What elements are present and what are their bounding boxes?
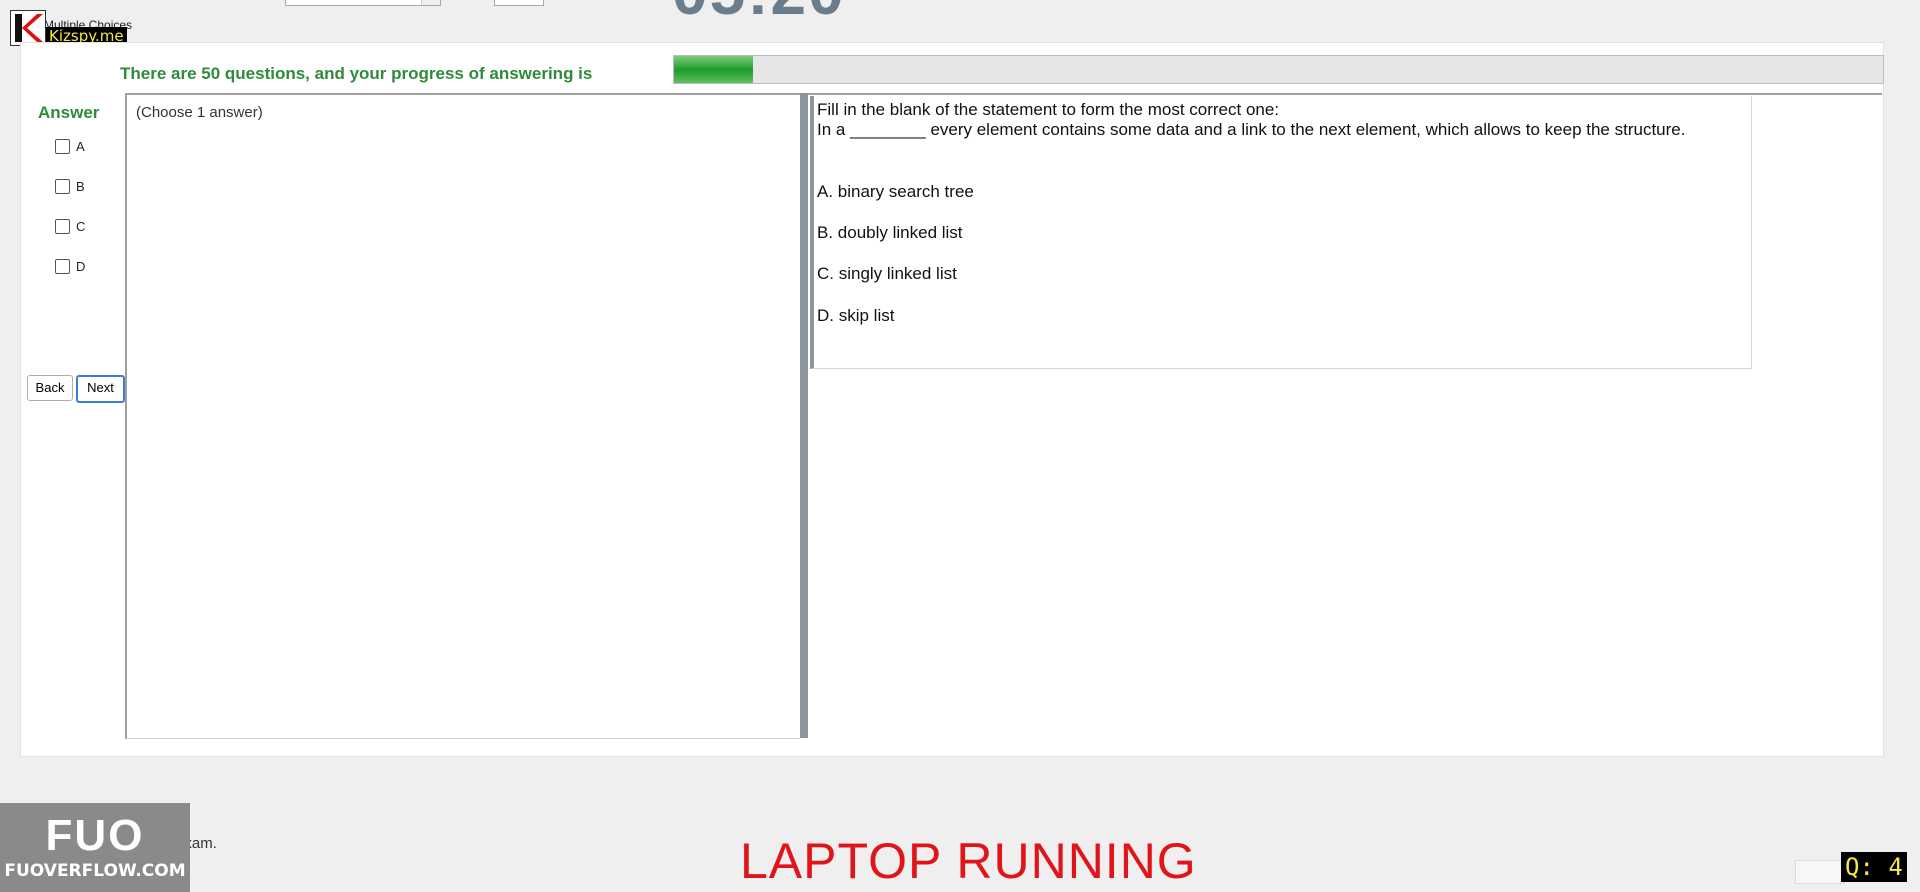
next-button[interactable]: Next xyxy=(76,375,125,403)
chevron-down-icon[interactable] xyxy=(421,0,440,5)
answer-option-c[interactable]: C xyxy=(55,219,85,234)
question-option-a: A. binary search tree xyxy=(817,182,974,201)
checkbox[interactable] xyxy=(55,219,70,234)
option-label: B xyxy=(76,179,85,194)
fuo-site-text: FUOVERFLOW.COM xyxy=(4,861,186,881)
question-option-c: C. singly linked list xyxy=(817,264,957,283)
question-option-b: B. doubly linked list xyxy=(817,223,963,242)
option-label: C xyxy=(76,219,86,234)
corner-field[interactable] xyxy=(1795,860,1845,884)
back-button[interactable]: Back xyxy=(27,375,73,401)
question-box: Fill in the blank of the statement to fo… xyxy=(810,96,1752,369)
progress-bar xyxy=(673,55,1884,84)
checkbox[interactable] xyxy=(55,179,70,194)
checkbox[interactable] xyxy=(55,259,70,274)
question-instruction: Fill in the blank of the statement to fo… xyxy=(817,100,1280,119)
answer-option-b[interactable]: B xyxy=(55,179,85,194)
question-option-d: D. skip list xyxy=(817,306,895,325)
answer-pane: (Choose 1 answer) xyxy=(125,93,800,739)
pane-splitter[interactable] xyxy=(800,93,808,738)
progress-fill xyxy=(674,56,753,83)
top-small-field[interactable] xyxy=(494,0,544,6)
progress-label: There are 50 questions, and your progres… xyxy=(120,64,593,83)
answer-option-d[interactable]: D xyxy=(55,259,85,274)
fuoverflow-watermark: FUO FUOVERFLOW.COM xyxy=(0,803,190,892)
option-label: A xyxy=(76,139,85,154)
question-text: Fill in the blank of the statement to fo… xyxy=(817,100,1737,140)
choose-hint: (Choose 1 answer) xyxy=(136,104,263,121)
status-banner: LAPTOP RUNNING xyxy=(740,833,1197,889)
question-number-badge: Q: 4 xyxy=(1841,852,1907,882)
answer-option-a[interactable]: A xyxy=(55,139,85,154)
option-label: D xyxy=(76,259,86,274)
checkbox[interactable] xyxy=(55,139,70,154)
top-combo-box[interactable] xyxy=(285,0,441,6)
answer-title: Answer xyxy=(38,103,100,122)
kizspy-logo-icon xyxy=(10,10,46,46)
fuo-logo-text: FUO xyxy=(45,811,145,860)
exam-timer: 05:20 xyxy=(672,0,846,24)
question-statement: In a ________ every element contains som… xyxy=(817,120,1686,139)
